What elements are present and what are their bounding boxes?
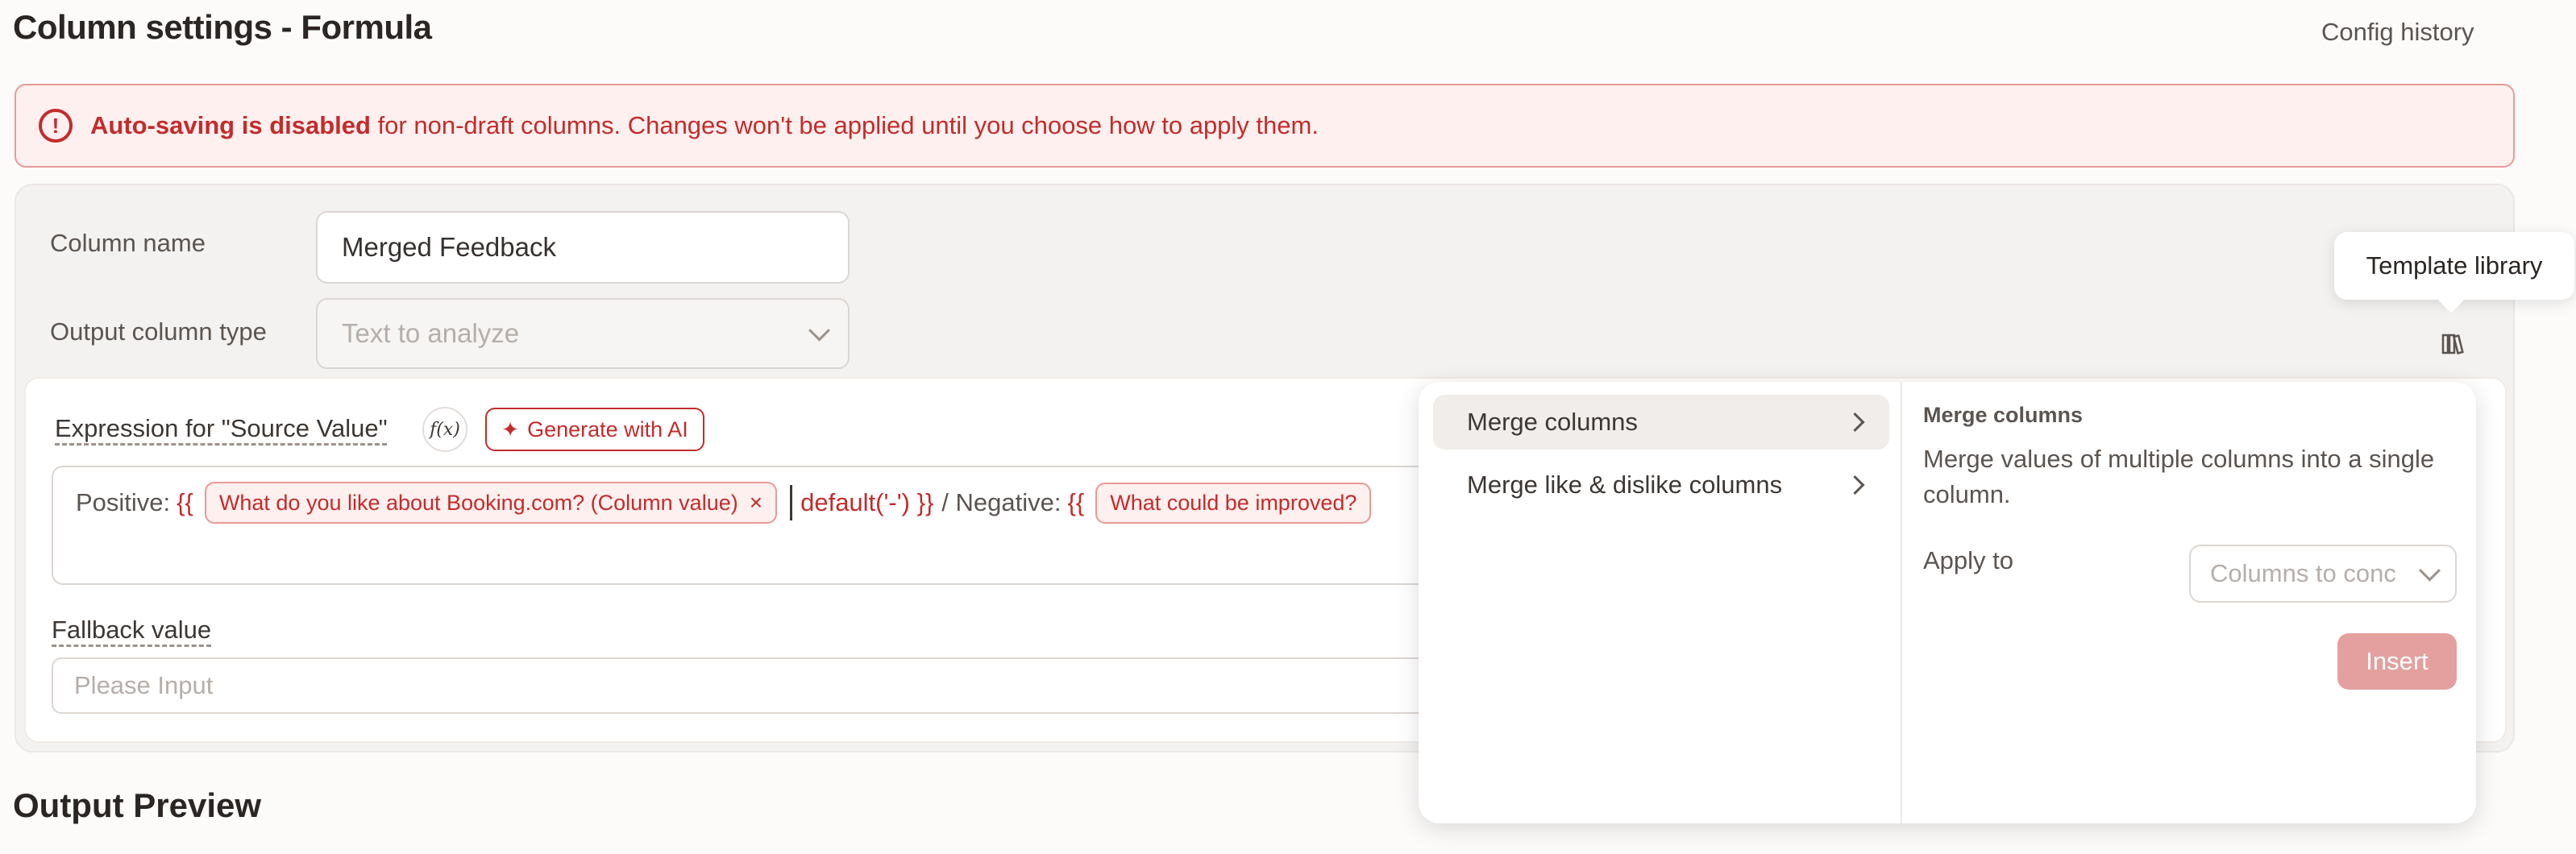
- open-brace-2: {{: [1067, 488, 1085, 516]
- chevron-right-icon: [1845, 475, 1865, 495]
- text-caret: [790, 485, 793, 520]
- config-history-link[interactable]: Config history: [2321, 18, 2474, 47]
- detail-description: Merge values of multiple columns into a …: [1923, 445, 2435, 508]
- output-type-select[interactable]: Text to analyze: [316, 298, 850, 369]
- menu-item-label: Merge columns: [1467, 408, 1638, 436]
- apply-to-label: Apply to: [1923, 546, 2014, 574]
- output-type-label: Output column type: [50, 317, 267, 346]
- filter-expression: default('-') }}: [800, 488, 934, 516]
- negative-prefix: / Negative:: [941, 488, 1062, 516]
- output-type-value: Text to analyze: [342, 318, 520, 348]
- books-icon: [2441, 334, 2464, 354]
- chevron-right-icon: [1845, 412, 1865, 433]
- template-library-tooltip: Template library: [2334, 232, 2574, 300]
- template-library-button[interactable]: [2433, 324, 2473, 364]
- autosave-alert: ! Auto-saving is disabled for non-draft …: [15, 84, 2515, 168]
- expression-label: Expression for "Source Value": [55, 414, 388, 442]
- alert-message: Auto-saving is disabled for non-draft co…: [90, 111, 1319, 140]
- column-token-2[interactable]: What could be improved?: [1095, 482, 1372, 524]
- column-token-2-label: What could be improved?: [1110, 490, 1357, 515]
- generate-ai-label: Generate with AI: [527, 417, 688, 442]
- column-name-input[interactable]: Merged Feedback: [316, 211, 850, 284]
- page-title: Column settings - Formula: [13, 8, 432, 46]
- apply-to-select[interactable]: Columns to conc: [2189, 545, 2457, 603]
- apply-to-placeholder: Columns to conc: [2210, 559, 2396, 587]
- column-token[interactable]: What do you like about Booking.com? (Col…: [204, 482, 778, 524]
- column-token-label: What do you like about Booking.com? (Col…: [218, 490, 738, 515]
- insert-button[interactable]: Insert: [2337, 633, 2457, 690]
- fallback-label: Fallback value: [52, 616, 212, 644]
- menu-item-label: Merge like & dislike columns: [1467, 471, 1783, 499]
- chevron-down-icon: [808, 319, 830, 342]
- column-name-label: Column name: [50, 229, 206, 257]
- close-icon[interactable]: ×: [750, 490, 762, 516]
- alert-bold-text: Auto-saving is disabled: [90, 111, 371, 139]
- menu-item-merge-columns[interactable]: Merge columns: [1433, 395, 1889, 450]
- fallback-input[interactable]: Please Input: [52, 657, 1478, 714]
- output-preview-title: Output Preview: [13, 786, 262, 824]
- generate-with-ai-button[interactable]: ✦ Generate with AI: [485, 408, 704, 451]
- fallback-placeholder: Please Input: [74, 671, 214, 699]
- expression-editor[interactable]: Positive: {{ What do you like about Book…: [52, 466, 1454, 585]
- chevron-down-icon: [2419, 559, 2441, 582]
- alert-text: for non-draft columns. Changes won't be …: [370, 111, 1319, 139]
- exclamation-circle-icon: !: [39, 109, 73, 143]
- open-brace: {{: [177, 488, 193, 516]
- function-icon[interactable]: f(x): [422, 407, 467, 452]
- column-name-value: Merged Feedback: [342, 232, 556, 262]
- sparkle-icon: ✦: [501, 417, 520, 442]
- popover-divider: [1901, 382, 1902, 823]
- detail-title: Merge columns: [1923, 403, 2084, 427]
- positive-prefix: Positive:: [76, 488, 171, 516]
- menu-item-merge-like-dislike[interactable]: Merge like & dislike columns: [1433, 458, 1889, 512]
